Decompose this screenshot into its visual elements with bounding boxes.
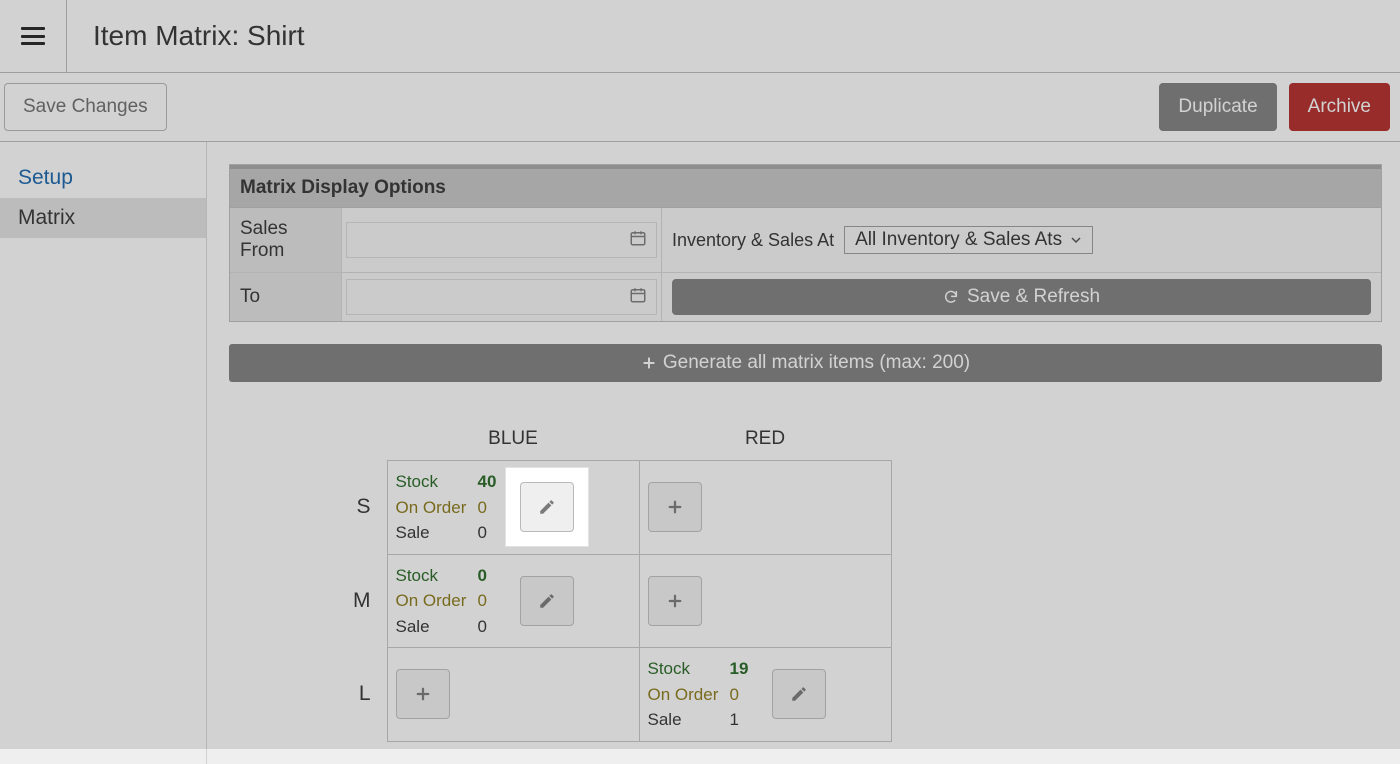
inventory-sales-at-value: All Inventory & Sales Ats [855,229,1062,251]
add-cell-button[interactable] [648,482,702,532]
refresh-icon [943,289,959,305]
matrix-cell-s-red [639,461,891,555]
chevron-down-icon [1070,234,1082,246]
sidebar-item-matrix[interactable]: Matrix [0,198,206,238]
stock-block: Stock0On Order0Sale0 [396,563,508,640]
plus-icon [666,498,684,516]
generate-all-button[interactable]: Generate all matrix items (max: 200) [229,344,1382,382]
matrix-cell-s-blue: Stock40On Order0Sale0 [387,461,639,555]
inventory-sales-at-select[interactable]: All Inventory & Sales Ats [844,226,1093,254]
col-header-red: RED [639,422,891,461]
matrix-grid: BLUERED SStock40On Order0Sale0MStock0On O… [229,422,1382,742]
plus-icon [414,685,432,703]
matrix-cell-l-blue [387,648,639,742]
top-bar: Item Matrix: Shirt [0,0,1400,73]
save-and-refresh-button[interactable]: Save & Refresh [672,279,1371,315]
sales-from-input[interactable] [346,222,657,258]
row-header-s: S [339,461,387,555]
save-and-refresh-label: Save & Refresh [967,286,1100,308]
edit-cell-button[interactable] [520,576,574,626]
to-input[interactable] [346,279,657,315]
sidebar-item-setup[interactable]: Setup [0,158,206,198]
plus-icon [666,592,684,610]
matrix-cell-m-red [639,554,891,648]
save-changes-button[interactable]: Save Changes [4,83,167,131]
add-cell-button[interactable] [648,576,702,626]
add-cell-button[interactable] [396,669,450,719]
sidebar: Setup Matrix [0,142,207,764]
sales-from-label: Sales From [230,208,342,272]
row-header-l: L [339,648,387,742]
pencil-icon [538,592,556,610]
duplicate-button[interactable]: Duplicate [1159,83,1276,131]
matrix-cell-l-red: Stock19On Order0Sale1 [639,648,891,742]
row-header-m: M [339,554,387,648]
content-area: Matrix Display Options Sales From Invent… [207,142,1400,764]
plus-icon [641,355,657,371]
inventory-sales-at-label: Inventory & Sales At [672,230,834,251]
panel-title: Matrix Display Options [230,165,1381,208]
archive-button[interactable]: Archive [1289,83,1390,131]
stock-block: Stock40On Order0Sale0 [396,469,508,546]
matrix-display-options-panel: Matrix Display Options Sales From Invent… [229,164,1382,322]
hamburger-menu-button[interactable] [21,27,45,45]
col-header-blue: BLUE [387,422,639,461]
pencil-icon [790,685,808,703]
edit-cell-button[interactable] [520,482,574,532]
edit-cell-button[interactable] [772,669,826,719]
to-label: To [230,273,342,321]
matrix-cell-m-blue: Stock0On Order0Sale0 [387,554,639,648]
generate-all-label: Generate all matrix items (max: 200) [663,352,970,374]
action-bar: Save Changes Duplicate Archive [0,73,1400,142]
page-title: Item Matrix: Shirt [93,20,305,52]
stock-block: Stock19On Order0Sale1 [648,656,760,733]
pencil-icon [538,498,556,516]
